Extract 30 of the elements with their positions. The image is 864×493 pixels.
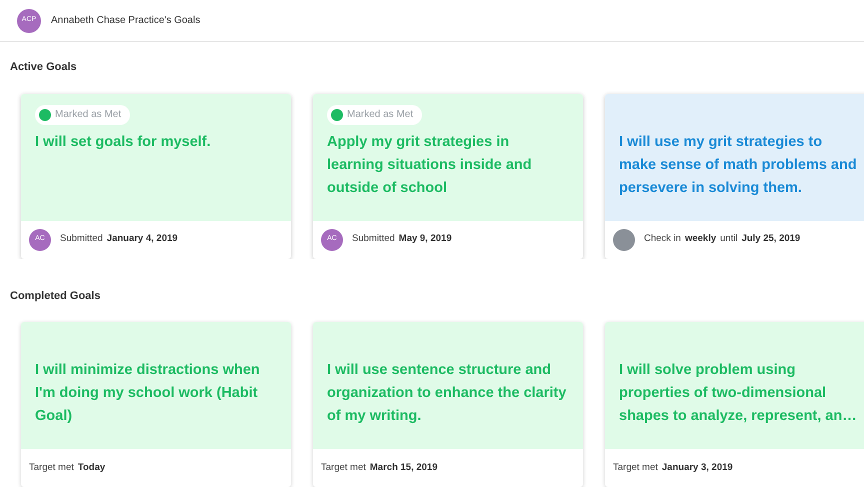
goal-card[interactable]: I will solve problem using properties of two-dimensional shapes to analyze, represent, an… Target met January 3, 2019 (605, 322, 864, 487)
footer-text: Target met (29, 460, 74, 475)
goal-card[interactable]: I will minimize distractions when I'm doing my school work (Habit Goal) Target met Today (21, 322, 291, 487)
footer-text: Submitted (60, 232, 103, 246)
goal-text: I will use sentence structure and organization to enhance the clarity of my writing. (327, 361, 568, 426)
footer-text: January 4, 2019 (106, 232, 178, 246)
goal-card[interactable]: I will use sentence structure and organization to enhance the clarity of my writing. Target met March 15, 2019 (313, 322, 583, 487)
goal-text: I will use my grit strategies to make sense of math problems and persevere in solving them. (619, 132, 858, 198)
goal-text: Apply my grit strategies in learning situations inside and outside of school (327, 132, 533, 198)
footer-text: Target met (321, 460, 366, 475)
footer-text: Submitted (352, 232, 395, 246)
footer-text: Today (78, 460, 106, 475)
footer-text: weekly (684, 232, 716, 246)
badge-label: Marked as Met (55, 108, 122, 122)
footer-text: until (720, 232, 738, 246)
section-title: Completed Goals (9, 288, 102, 304)
footer-text: March 15, 2019 (370, 460, 438, 475)
goal-text: I will minimize distractions when I'm doing my school work (Habit Goal) (35, 361, 261, 426)
footer-text: Check in (644, 232, 681, 246)
footer-text: Target met (613, 460, 658, 475)
badge-label: Marked as Met (347, 108, 414, 122)
footer-text: January 3, 2019 (662, 460, 733, 475)
goal-text: I will solve problem using properties of two-dimensional shapes to analyze, represent, an… (619, 361, 858, 426)
goal-card[interactable]: I will use my grit strategies to make sense of math problems and persevere in solving them. Check in weekly until July 25, 2019 (605, 94, 864, 258)
page-title: Annabeth Chase Practice's Goals (51, 14, 200, 28)
footer-text: May 9, 2019 (398, 232, 452, 246)
section-title: Active Goals (9, 60, 78, 75)
goal-text: I will set goals for myself. (35, 132, 212, 152)
user-avatar (613, 228, 635, 250)
footer-text: July 25, 2019 (742, 232, 800, 246)
